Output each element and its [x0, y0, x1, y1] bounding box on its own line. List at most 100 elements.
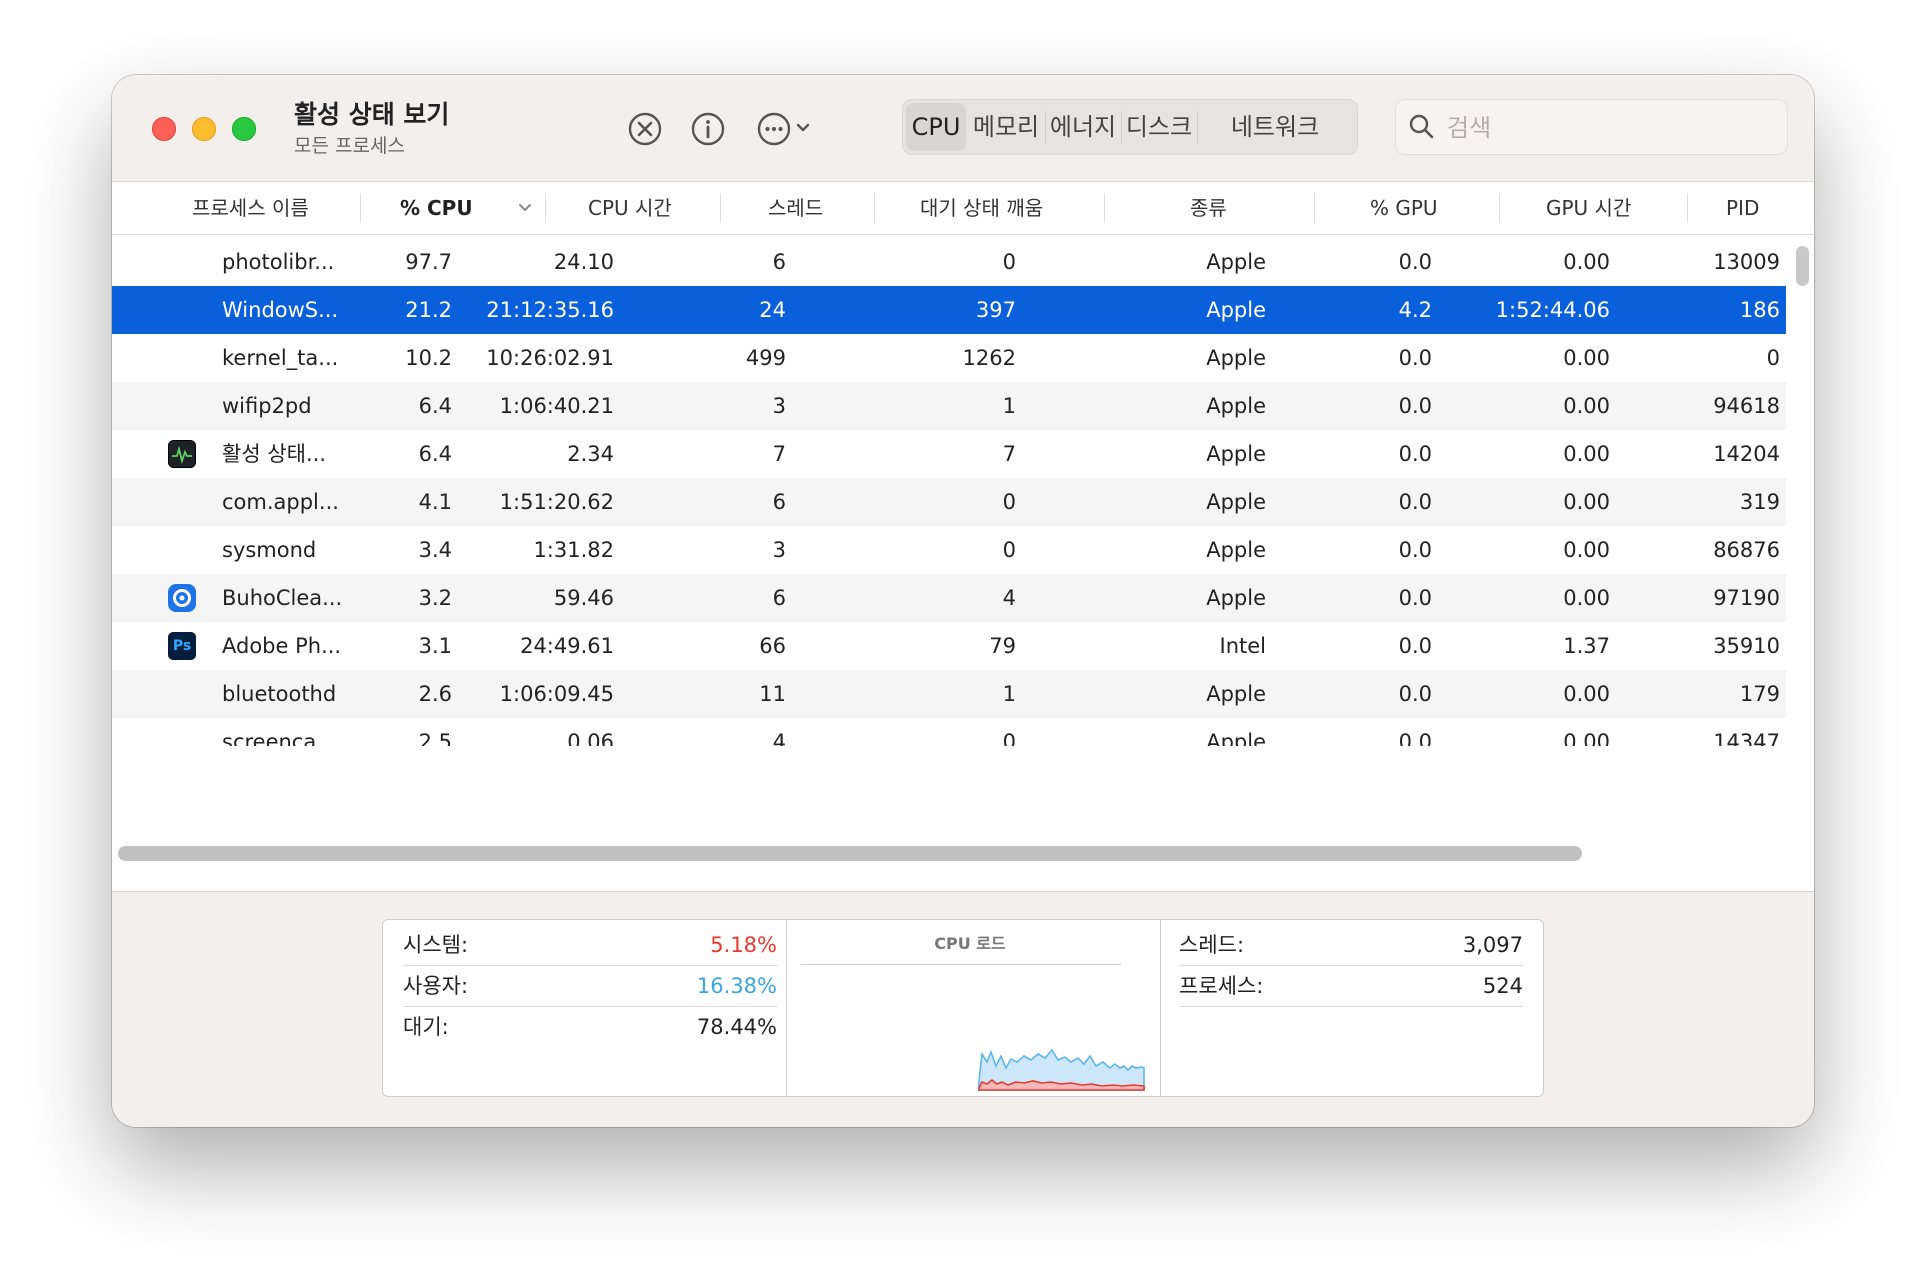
idle-wakeups: 0: [1002, 538, 1016, 562]
column-header-cpu-time[interactable]: CPU 시간: [588, 182, 672, 234]
activity-monitor-icon: [168, 440, 196, 468]
gpu-time: 0.00: [1563, 538, 1610, 562]
threads-value: 3,097: [1462, 933, 1523, 957]
column-header-cpu[interactable]: % CPU: [400, 182, 473, 234]
process-name: photolibr...: [222, 250, 335, 274]
info-icon[interactable]: [688, 109, 728, 149]
x-circle-icon[interactable]: [625, 109, 665, 149]
search-input[interactable]: [1445, 109, 1769, 147]
table-row[interactable]: 활성 상태... 6.4 2.34 7 7 Apple 0.0 0.00 14204: [112, 430, 1786, 478]
ellipsis-circle-icon[interactable]: [754, 109, 818, 149]
close-window-button[interactable]: [152, 117, 176, 141]
table-row[interactable]: bluetoothd 2.6 1:06:09.45 11 1 Apple 0.0 0.00 17…: [112, 670, 1786, 718]
thread-count: 66: [759, 634, 786, 658]
cpu-percent: 4.1: [418, 490, 452, 514]
process-kind: Apple: [1206, 298, 1266, 322]
cpu-percent: 97.7: [405, 250, 452, 274]
idle-wakeups: 1: [1002, 394, 1016, 418]
cpu-time: 21:12:35.16: [486, 298, 614, 322]
process-id: 0: [1766, 346, 1780, 370]
column-header-process-name[interactable]: 프로세스 이름: [192, 182, 309, 234]
window-title: 활성 상태 보기: [294, 100, 450, 129]
search-field[interactable]: [1395, 99, 1788, 155]
process-name: kernel_ta...: [222, 346, 339, 370]
system-stat: 시스템: 5.18%: [403, 925, 777, 966]
table-row[interactable]: photolibr... 97.7 24.10 6 0 Apple 0.0 0.00 13009: [112, 238, 1786, 286]
table-row[interactable]: WindowS... 21.2 21:12:35.16 24 397 Apple 4.2 1:…: [112, 286, 1786, 334]
thread-count: 6: [772, 586, 786, 610]
cpu-time: 1:06:09.45: [499, 682, 614, 706]
thread-count: 6: [772, 250, 786, 274]
zoom-window-button[interactable]: [232, 117, 256, 141]
gpu-percent: 4.2: [1398, 298, 1432, 322]
idle-wakeups: 7: [1002, 442, 1016, 466]
process-id: 319: [1739, 490, 1780, 514]
cpu-summary-panel: 시스템: 5.18% 사용자: 16.38% 대기: 78.44% CPU 로드…: [382, 919, 1544, 1097]
cpu-percent: 21.2: [405, 298, 452, 322]
view-segmented-control: CPU 메모리 에너지 디스크 네트워크: [902, 99, 1358, 155]
gpu-time: 1:52:44.06: [1495, 298, 1610, 322]
window-subtitle[interactable]: 모든 프로세스: [294, 131, 405, 158]
thread-count: 3: [772, 538, 786, 562]
column-header-threads[interactable]: 스레드: [768, 182, 823, 234]
process-id: 13009: [1713, 250, 1780, 274]
table-row[interactable]: kernel_ta... 10.2 10:26:02.91 499 1262 Apple 0…: [112, 334, 1786, 382]
thread-count: 3: [772, 394, 786, 418]
processes-value: 524: [1482, 974, 1523, 998]
tab-disk[interactable]: 디스크: [1122, 103, 1196, 151]
horizontal-scrollbar[interactable]: [118, 846, 1582, 861]
process-id: 94618: [1713, 394, 1780, 418]
cpu-percent: 6.4: [418, 394, 452, 418]
cpu-time: 24.10: [553, 250, 614, 274]
table-header: 프로세스 이름 % CPU CPU 시간 스레드 대기 상태 깨움 종류 % G…: [112, 182, 1814, 235]
gpu-time: 0.00: [1563, 250, 1610, 274]
cpu-load-graph: [978, 1048, 1145, 1091]
process-kind: Apple: [1206, 538, 1266, 562]
gpu-percent: 0.0: [1398, 538, 1432, 562]
thread-count: 6: [772, 490, 786, 514]
toolbar: 활성 상태 보기 모든 프로세스 CPU 메모리 에너지 디스크 네트워크: [112, 75, 1814, 181]
process-kind: Intel: [1219, 634, 1267, 658]
tab-network[interactable]: 네트워크: [1198, 103, 1352, 151]
column-header-kind[interactable]: 종류: [1190, 182, 1227, 234]
column-header-gpu-time[interactable]: GPU 시간: [1546, 182, 1631, 234]
gpu-percent: 0.0: [1398, 346, 1432, 370]
column-header-idle-wakeups[interactable]: 대기 상태 깨움: [920, 182, 1043, 234]
gpu-percent: 0.0: [1398, 250, 1432, 274]
gpu-percent: 0.0: [1398, 394, 1432, 418]
table-row[interactable]: com.appl... 4.1 1:51:20.62 6 0 Apple 0.0 0.00 31…: [112, 478, 1786, 526]
process-name: bluetoothd: [222, 682, 337, 706]
cpu-time: 0.06: [567, 730, 614, 746]
table-row[interactable]: sysmond 3.4 1:31.82 3 0 Apple 0.0 0.00 86876: [112, 526, 1786, 574]
gpu-percent: 0.0: [1398, 730, 1432, 746]
vertical-scrollbar[interactable]: [1796, 246, 1809, 286]
process-name: WindowS...: [222, 298, 339, 322]
idle-wakeups: 79: [989, 634, 1016, 658]
cpu-percent: 2.6: [418, 682, 452, 706]
gpu-percent: 0.0: [1398, 490, 1432, 514]
column-header-pid[interactable]: PID: [1726, 182, 1759, 234]
idle-stat: 대기: 78.44%: [403, 1007, 777, 1047]
tab-energy[interactable]: 에너지: [1046, 103, 1120, 151]
process-name: wifip2pd: [222, 394, 312, 418]
table-row[interactable]: screenca... 2.5 0.06 4 0 Apple 0.0 0.00 14347: [112, 718, 1786, 746]
process-kind: Apple: [1206, 250, 1266, 274]
cpu-time: 1:31.82: [533, 538, 614, 562]
process-kind: Apple: [1206, 442, 1266, 466]
table-row[interactable]: BuhoClea... 3.2 59.46 6 4 Apple 0.0 0.00 97190: [112, 574, 1786, 622]
tab-memory[interactable]: 메모리: [968, 103, 1044, 151]
process-id: 179: [1739, 682, 1780, 706]
table-row[interactable]: Ps Adobe Ph... 3.1 24:49.61 66 79 Intel 0.0 1.37…: [112, 622, 1786, 670]
threads-stat: 스레드: 3,097: [1179, 925, 1523, 966]
process-name: screenca...: [222, 730, 337, 746]
user-label: 사용자:: [403, 974, 469, 998]
idle-wakeups: 1262: [962, 346, 1016, 370]
thread-count: 11: [759, 682, 786, 706]
tab-cpu[interactable]: CPU: [906, 103, 966, 151]
cpu-load-title: CPU 로드: [934, 934, 1006, 953]
process-name: BuhoClea...: [222, 586, 343, 610]
table-row[interactable]: wifip2pd 6.4 1:06:40.21 3 1 Apple 0.0 0.00 94618: [112, 382, 1786, 430]
cpu-time: 2.34: [567, 442, 614, 466]
minimize-window-button[interactable]: [192, 117, 216, 141]
column-header-gpu[interactable]: % GPU: [1370, 182, 1438, 234]
